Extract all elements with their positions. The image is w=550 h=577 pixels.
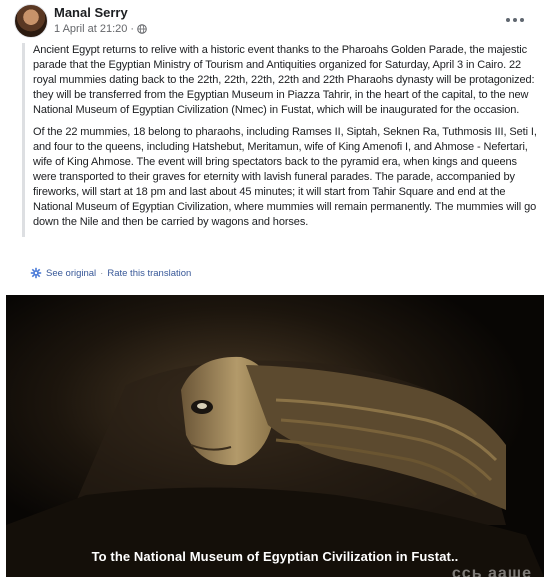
see-original-link[interactable]: See original <box>46 268 96 279</box>
post-video[interactable]: To the National Museum of Egyptian Civil… <box>6 295 544 577</box>
post-meta: 1 April at 21:20 · <box>54 23 147 35</box>
author-name[interactable]: Manal Serry <box>54 5 128 20</box>
more-dot <box>513 18 517 22</box>
post-timestamp[interactable]: 1 April at 21:20 <box>54 23 127 35</box>
video-watermark: ссь ааше <box>451 565 532 577</box>
meta-separator: · <box>130 23 135 35</box>
translate-icon <box>30 267 42 279</box>
video-subtitle: To the National Museum of Egyptian Civil… <box>91 549 459 564</box>
translated-post-text: Ancient Egypt returns to relive with a h… <box>22 43 538 237</box>
translation-footer: See original · Rate this translation <box>30 267 191 279</box>
post-header: Manal Serry 1 April at 21:20 · <box>14 4 536 38</box>
globe-icon[interactable] <box>137 24 147 34</box>
post-paragraph: Of the 22 mummies, 18 belong to pharaohs… <box>33 126 537 228</box>
post-paragraph: Ancient Egypt returns to relive with a h… <box>33 44 535 116</box>
footer-separator: · <box>100 267 104 279</box>
mummy-video-frame <box>6 295 544 577</box>
rate-translation-link[interactable]: Rate this translation <box>107 268 191 279</box>
author-avatar[interactable] <box>14 4 48 38</box>
more-dot <box>520 18 524 22</box>
more-options-icon[interactable] <box>502 10 528 30</box>
more-dot <box>506 18 510 22</box>
